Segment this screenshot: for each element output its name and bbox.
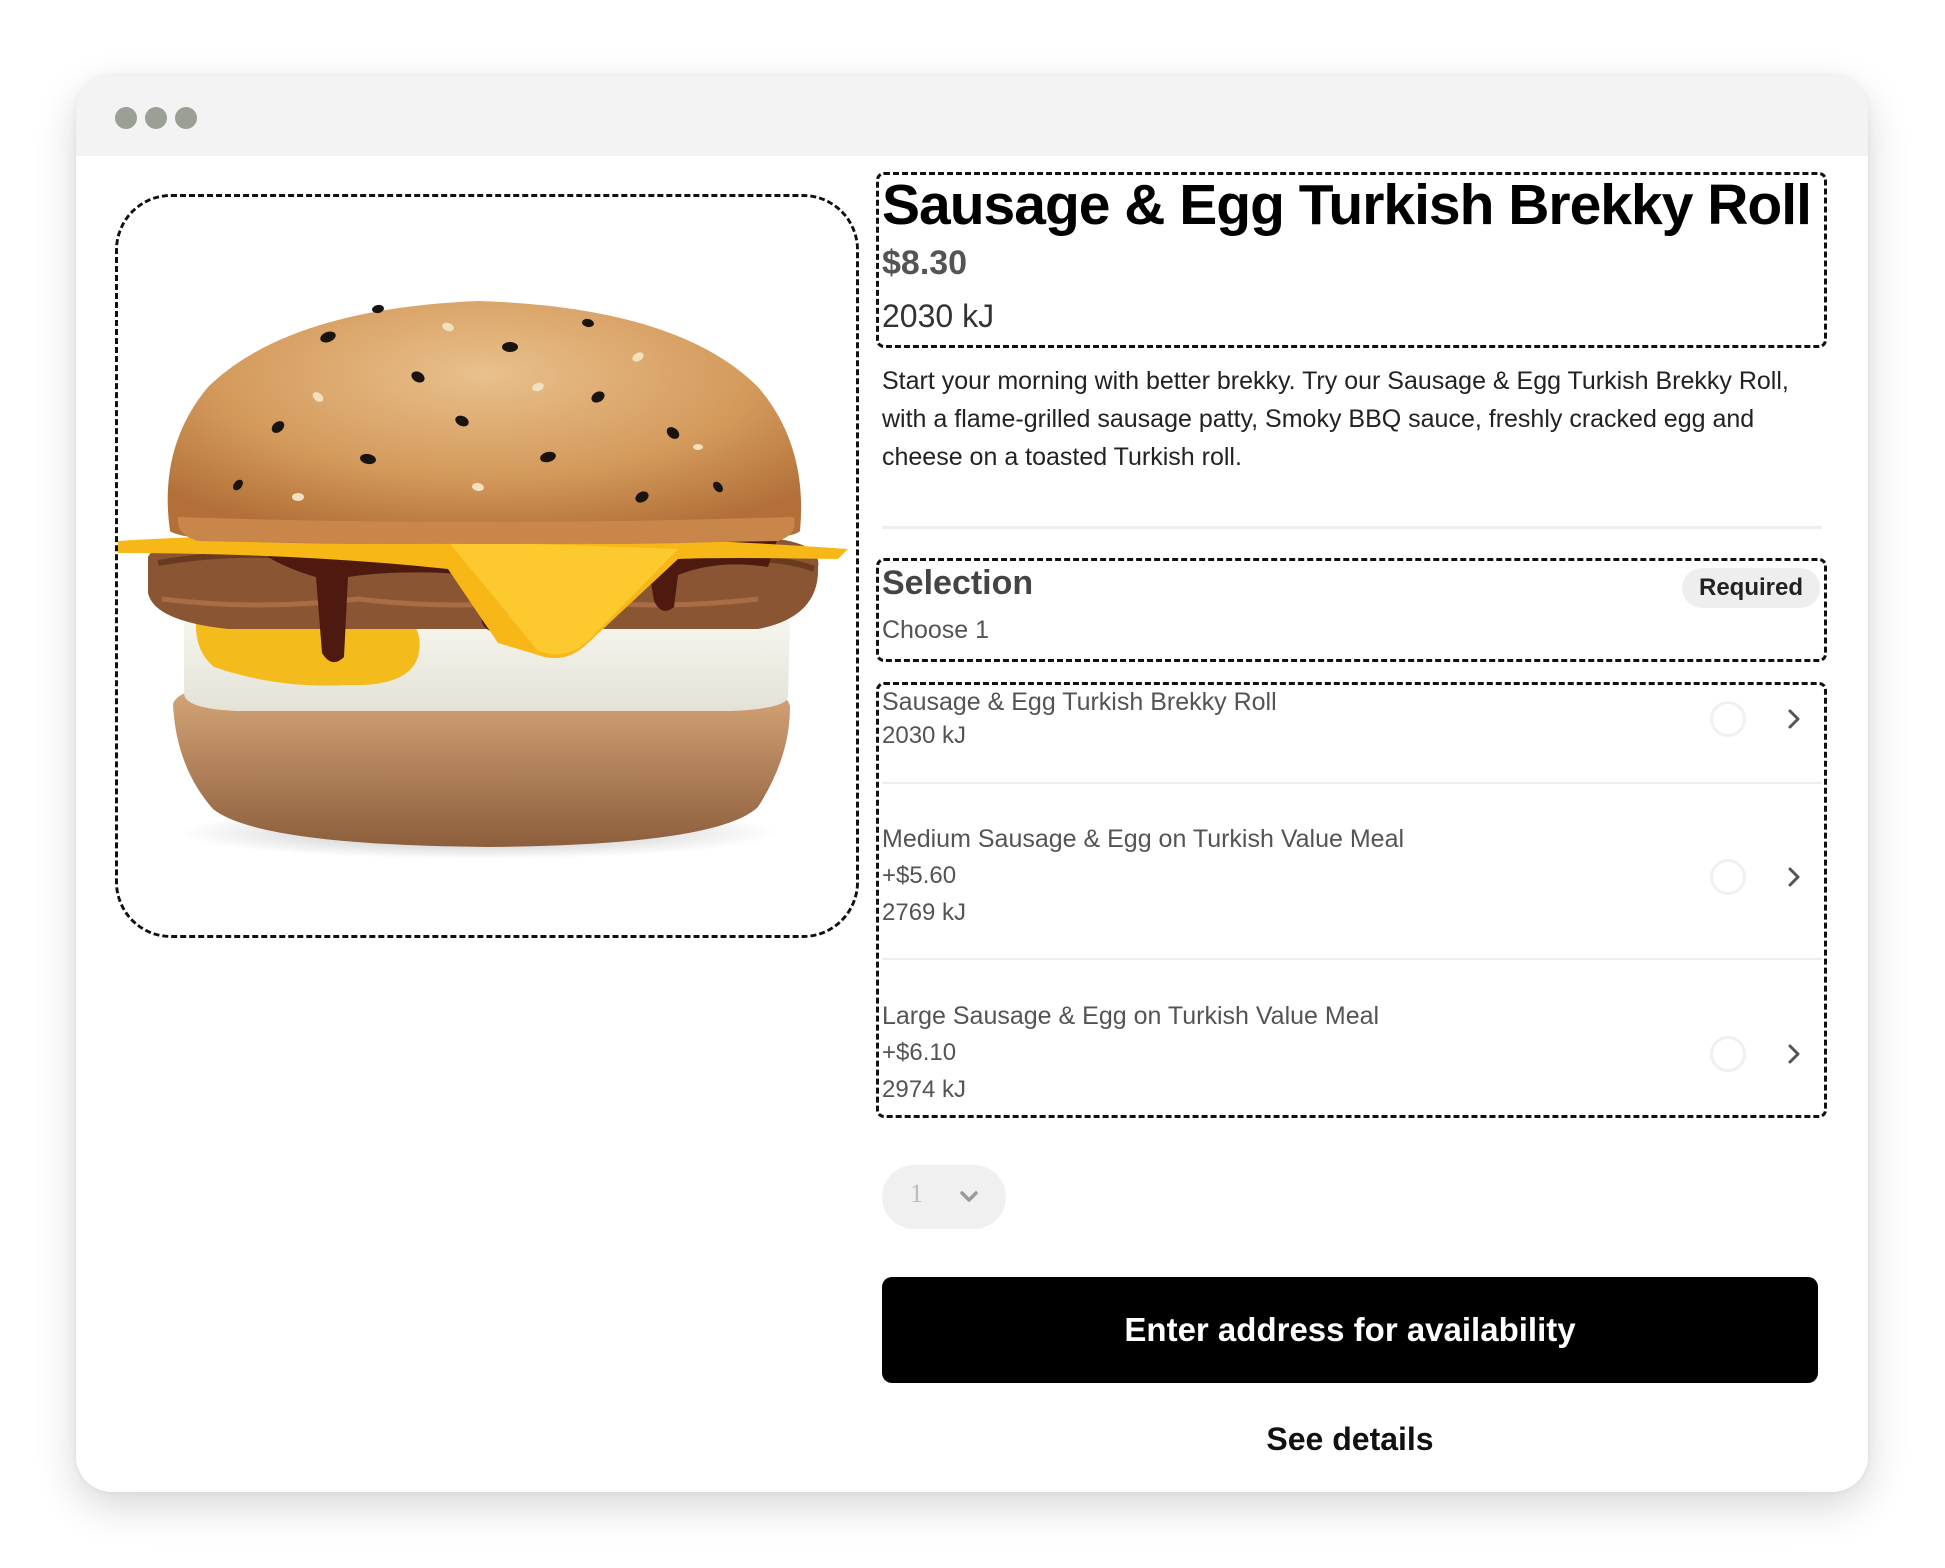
option-energy: 2769 kJ	[882, 899, 967, 926]
option-radio[interactable]	[1710, 701, 1746, 737]
window-control-dot[interactable]	[145, 107, 167, 129]
product-image-frame	[115, 194, 859, 938]
option-radio[interactable]	[1710, 1036, 1746, 1072]
browser-window: Sausage & Egg Turkish Brekky Roll $8.30 …	[76, 76, 1868, 1492]
window-control-dot[interactable]	[175, 107, 197, 129]
selection-subtitle: Choose 1	[882, 616, 990, 644]
product-energy: 2030 kJ	[882, 298, 995, 334]
option-energy: 2030 kJ	[882, 722, 967, 749]
product-title: Sausage & Egg Turkish Brekky Roll	[882, 173, 1812, 237]
window-control-dot[interactable]	[115, 107, 137, 129]
option-divider	[882, 958, 1822, 960]
divider	[882, 526, 1822, 529]
quantity-select[interactable]: 1	[882, 1165, 1006, 1229]
quantity-value: 1	[910, 1179, 923, 1208]
chevron-right-icon[interactable]	[1786, 1042, 1802, 1066]
product-description: Start your morning with better brekky. T…	[882, 367, 1789, 471]
chevron-down-icon	[960, 1191, 978, 1202]
option-price-delta: +$6.10	[882, 1039, 957, 1066]
option-price-delta: +$5.60	[882, 862, 957, 889]
option-name: Sausage & Egg Turkish Brekky Roll	[882, 688, 1277, 716]
option-energy: 2974 kJ	[882, 1076, 967, 1103]
product-price: $8.30	[882, 244, 968, 282]
required-badge: Required	[1682, 568, 1820, 608]
selection-title: Selection	[882, 564, 1034, 602]
option-name: Large Sausage & Egg on Turkish Value Mea…	[882, 1002, 1380, 1030]
screenshot-canvas: Sausage & Egg Turkish Brekky Roll $8.30 …	[0, 0, 1945, 1568]
chevron-right-icon[interactable]	[1786, 707, 1802, 731]
option-divider	[882, 782, 1822, 784]
window-titlebar	[76, 76, 1868, 156]
options-highlight-box	[876, 682, 1827, 1118]
option-radio[interactable]	[1710, 859, 1746, 895]
chevron-right-icon[interactable]	[1786, 865, 1802, 889]
see-details-link[interactable]: See details	[882, 1421, 1818, 1458]
product-image	[118, 197, 856, 935]
enter-address-button[interactable]: Enter address for availability	[882, 1277, 1818, 1383]
option-name: Medium Sausage & Egg on Turkish Value Me…	[882, 825, 1405, 853]
